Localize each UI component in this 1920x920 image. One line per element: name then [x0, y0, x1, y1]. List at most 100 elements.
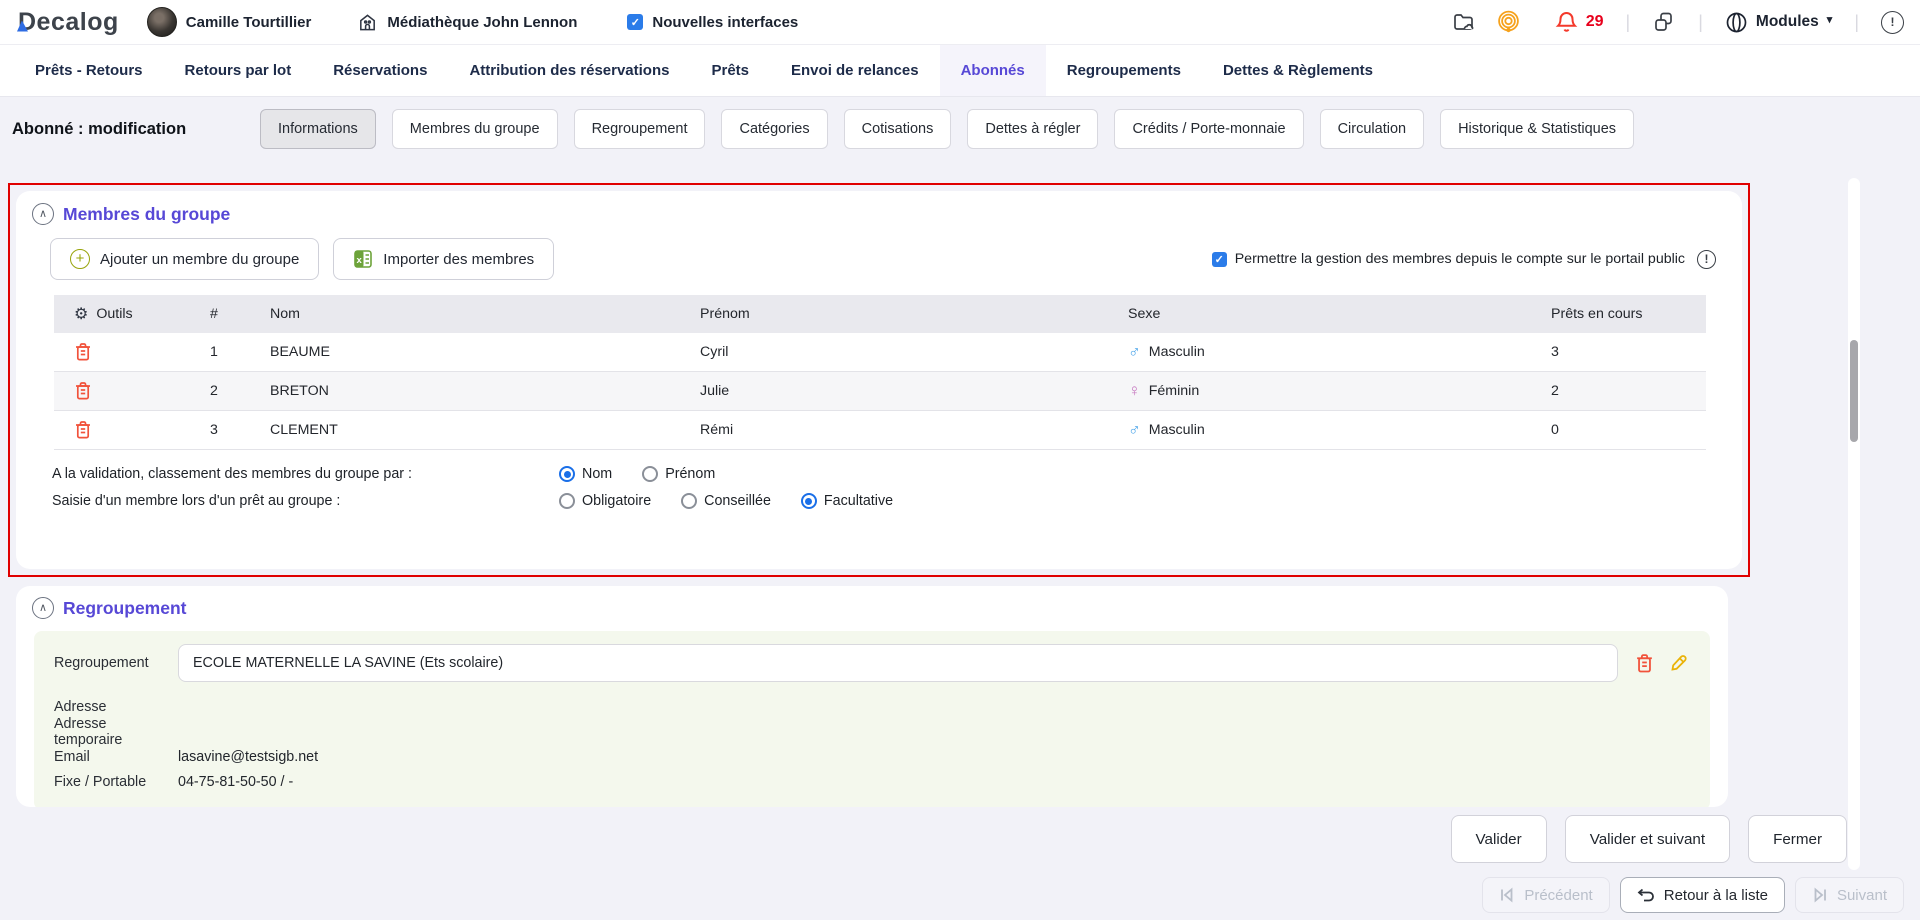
radio-option-nom[interactable]: Nom [559, 466, 612, 482]
valider-et-suivant-button[interactable]: Valider et suivant [1565, 815, 1730, 863]
member-num: 1 [190, 344, 250, 360]
member-prets: 3 [1531, 344, 1706, 360]
tab-credits-porte-monnaie[interactable]: Crédits / Porte-monnaie [1114, 109, 1303, 149]
radio-conseillee[interactable] [681, 493, 697, 509]
nav-retours-par-lot[interactable]: Retours par lot [164, 45, 313, 96]
member-entry-question: Saisie d'un membre lors d'un prêt au gro… [52, 493, 559, 509]
nav-prets[interactable]: Prêts [690, 45, 770, 96]
footer-navigation-actions: Précédent Retour à la liste Suivant [1482, 877, 1904, 913]
radio-obligatoire[interactable] [559, 493, 575, 509]
member-num: 3 [190, 422, 250, 438]
member-prets: 0 [1531, 422, 1706, 438]
add-member-button[interactable]: + Ajouter un membre du groupe [50, 238, 319, 280]
members-section-title: Membres du groupe [63, 204, 230, 225]
nav-regroupements[interactable]: Regroupements [1046, 45, 1202, 96]
nav-attribution-reservations[interactable]: Attribution des réservations [448, 45, 690, 96]
notification-count-badge[interactable]: 29 [1586, 13, 1604, 31]
member-prets: 2 [1531, 383, 1706, 399]
user-menu[interactable]: Camille Tourtillier [147, 7, 312, 37]
regroupement-field-label: Regroupement [54, 655, 178, 671]
nav-prets-retours[interactable]: Prêts - Retours [14, 45, 164, 96]
user-name: Camille Tourtillier [186, 14, 312, 31]
tab-membres-du-groupe[interactable]: Membres du groupe [392, 109, 558, 149]
add-member-label: Ajouter un membre du groupe [100, 251, 299, 268]
beacon-icon[interactable] [1496, 10, 1521, 35]
edit-regroupement-icon[interactable] [1669, 653, 1689, 673]
retour-a-la-liste-button[interactable]: Retour à la liste [1620, 877, 1785, 913]
table-row: 3 CLEMENT Rémi ♂Masculin 0 [54, 411, 1706, 450]
tab-categories[interactable]: Catégories [721, 109, 827, 149]
collapse-section-icon[interactable]: ∧ [32, 203, 54, 225]
page-title: Abonné : modification [12, 120, 260, 139]
member-nom: CLEMENT [250, 422, 680, 438]
tab-historique-statistiques[interactable]: Historique & Statistiques [1440, 109, 1634, 149]
col-prets-en-cours: Prêts en cours [1531, 306, 1706, 322]
member-sexe: Masculin [1149, 422, 1205, 438]
member-entry-setting: Saisie d'un membre lors d'un prêt au gro… [52, 493, 1726, 509]
precedent-button[interactable]: Précédent [1482, 877, 1609, 913]
topbar: Decalog Camille Tourtillier Médiathèque … [0, 0, 1920, 45]
gear-icon: ⚙ [74, 304, 88, 324]
notifications-bell-icon[interactable] [1555, 10, 1578, 34]
import-members-button[interactable]: x Importer des membres [333, 238, 554, 280]
nav-reservations[interactable]: Réservations [312, 45, 448, 96]
col-outils: Outils [96, 306, 132, 322]
tab-dettes-a-regler[interactable]: Dettes à régler [967, 109, 1098, 149]
delete-member-icon[interactable] [74, 420, 92, 440]
info-icon[interactable]: ! [1881, 11, 1904, 34]
portal-info-icon[interactable]: ! [1697, 250, 1716, 269]
nav-envoi-relances[interactable]: Envoi de relances [770, 45, 940, 96]
col-num: # [190, 306, 250, 322]
radio-option-prenom[interactable]: Prénom [642, 466, 715, 482]
members-table-header: ⚙Outils # Nom Prénom Sexe Prêts en cours [54, 295, 1706, 333]
new-interfaces-label: Nouvelles interfaces [652, 14, 798, 31]
overlapping-windows-icon[interactable] [1652, 10, 1676, 34]
nav-abonnes[interactable]: Abonnés [940, 45, 1046, 96]
tab-informations[interactable]: Informations [260, 109, 376, 149]
remove-regroupement-icon[interactable] [1635, 653, 1654, 674]
col-nom: Nom [250, 306, 680, 322]
divider: | [1696, 12, 1705, 33]
radio-prenom[interactable] [642, 466, 658, 482]
new-interfaces-toggle[interactable]: ✓ Nouvelles interfaces [627, 14, 798, 31]
folder-cloud-icon[interactable] [1452, 11, 1476, 33]
info-row-adresse: Adresse [54, 695, 1690, 719]
skip-next-icon [1812, 887, 1828, 903]
delete-member-icon[interactable] [74, 342, 92, 362]
fermer-button[interactable]: Fermer [1748, 815, 1847, 863]
scrollbar-thumb[interactable] [1850, 340, 1858, 442]
record-tabs: Informations Membres du groupe Regroupem… [260, 109, 1634, 149]
sort-members-setting: A la validation, classement des membres … [52, 466, 1726, 482]
member-sexe: Féminin [1149, 383, 1199, 399]
valider-button[interactable]: Valider [1451, 815, 1547, 863]
decalog-logo[interactable]: Decalog [16, 8, 119, 37]
radio-option-conseillee[interactable]: Conseillée [681, 493, 771, 509]
library-selector[interactable]: Médiathèque John Lennon [357, 12, 577, 33]
tab-cotisations[interactable]: Cotisations [844, 109, 952, 149]
modules-menu[interactable]: Modules ▾ [1725, 11, 1832, 34]
col-sexe: Sexe [1108, 306, 1531, 322]
member-num: 2 [190, 383, 250, 399]
plus-circle-icon: + [70, 249, 90, 269]
collapse-section-icon[interactable]: ∧ [32, 597, 54, 619]
suivant-button[interactable]: Suivant [1795, 877, 1904, 913]
delete-member-icon[interactable] [74, 381, 92, 401]
member-sexe: Masculin [1149, 344, 1205, 360]
radio-nom[interactable] [559, 466, 575, 482]
svg-text:x: x [357, 255, 363, 266]
female-icon: ♀ [1128, 381, 1141, 401]
tab-circulation[interactable]: Circulation [1320, 109, 1425, 149]
highlighted-members-section: ∧ Membres du groupe + Ajouter un membre … [8, 183, 1750, 577]
radio-facultative[interactable] [801, 493, 817, 509]
regroupement-input[interactable] [178, 644, 1618, 682]
regroupement-card: ∧ Regroupement Regroupement Adresse Adre… [16, 586, 1728, 807]
radio-option-obligatoire[interactable]: Obligatoire [559, 493, 651, 509]
scrollbar-track[interactable] [1848, 178, 1860, 870]
info-row-fixe-portable: Fixe / Portable 04-75-81-50-50 / - [54, 770, 1690, 794]
nav-dettes-reglements[interactable]: Dettes & Règlements [1202, 45, 1394, 96]
brand-name: Decalog [18, 8, 119, 36]
tab-regroupement[interactable]: Regroupement [574, 109, 706, 149]
portal-management-checkbox[interactable]: ✓ [1212, 252, 1227, 267]
radio-option-facultative[interactable]: Facultative [801, 493, 893, 509]
new-interfaces-checkbox[interactable]: ✓ [627, 14, 643, 30]
